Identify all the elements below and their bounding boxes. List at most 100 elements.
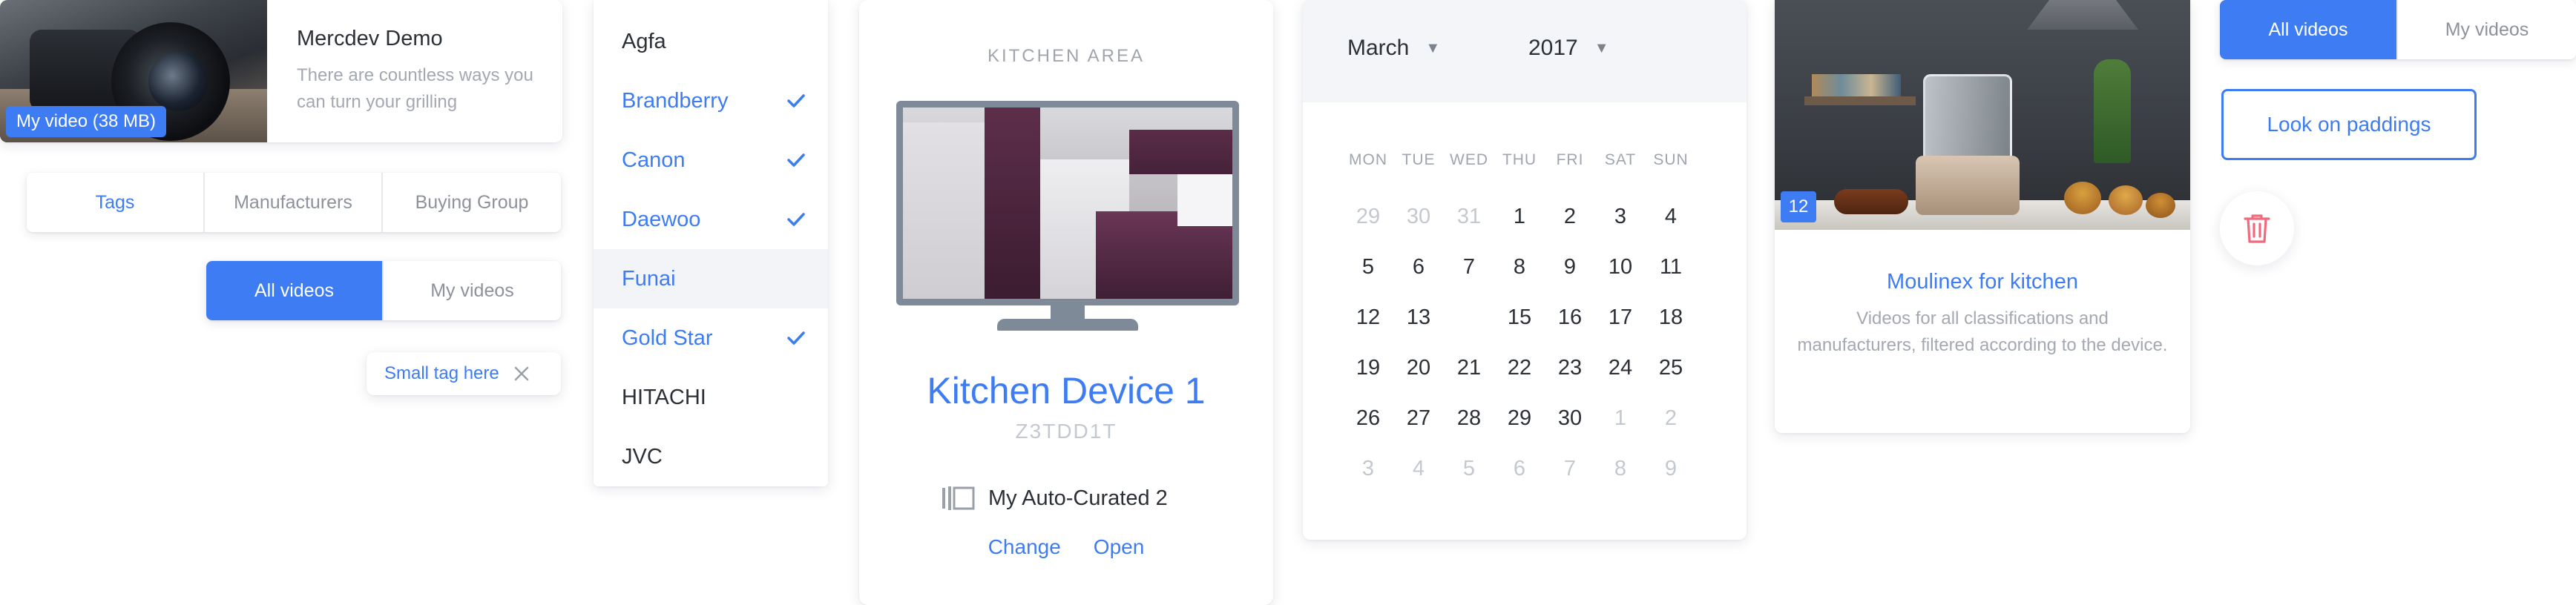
calendar-day[interactable]: 15 bbox=[1494, 292, 1545, 343]
check-icon bbox=[786, 71, 806, 130]
trash-icon bbox=[2244, 214, 2270, 243]
calendar-day[interactable]: 26 bbox=[1343, 393, 1393, 443]
video-description: There are countless ways you can turn yo… bbox=[297, 65, 533, 112]
calendar-day[interactable]: 3 bbox=[1595, 191, 1646, 242]
dropdown-item[interactable]: Daewoo bbox=[594, 190, 828, 249]
video-thumbnail[interactable]: My video (38 MB) bbox=[0, 0, 267, 142]
all-videos-button[interactable]: All videos bbox=[206, 261, 384, 320]
year-select[interactable]: 2017 ▼ bbox=[1528, 36, 1609, 61]
calendar-day[interactable]: 13 bbox=[1393, 292, 1444, 343]
product-card[interactable]: 12 Moulinex for kitchen Videos for all c… bbox=[1775, 0, 2190, 433]
tab-manufacturers[interactable]: Manufacturers bbox=[205, 173, 383, 232]
calendar-day[interactable]: 25 bbox=[1646, 343, 1696, 393]
calendar-day-label: 25 bbox=[1658, 356, 1683, 380]
calendar-day-label: 30 bbox=[1406, 205, 1431, 228]
calendar-day-label: 27 bbox=[1406, 406, 1431, 430]
calendar-day-label: 8 bbox=[1614, 457, 1627, 480]
dropdown-item-label: Gold Star bbox=[622, 325, 713, 350]
calendar-day[interactable]: 4 bbox=[1646, 191, 1696, 242]
delete-button[interactable] bbox=[2220, 191, 2294, 265]
dropdown-item[interactable]: Canon bbox=[594, 130, 828, 190]
calendar-day[interactable]: 7 bbox=[1545, 443, 1595, 494]
calendar-day[interactable]: 1 bbox=[1494, 191, 1545, 242]
calendar-day[interactable]: 4 bbox=[1393, 443, 1444, 494]
calendar-day[interactable]: 27 bbox=[1393, 393, 1444, 443]
calendar-day-label: 20 bbox=[1406, 356, 1431, 380]
calendar-day[interactable]: 19 bbox=[1343, 343, 1393, 393]
dropdown-item[interactable]: Gold Star bbox=[594, 308, 828, 368]
dropdown-item[interactable]: Brandberry bbox=[594, 71, 828, 130]
screen-cabinet bbox=[903, 122, 985, 299]
my-videos-button[interactable]: My videos bbox=[384, 261, 561, 320]
product-count-badge: 12 bbox=[1781, 191, 1816, 222]
weekday-label: WED bbox=[1450, 151, 1488, 168]
calendar-day-label: 3 bbox=[1614, 205, 1627, 228]
change-link[interactable]: Change bbox=[988, 535, 1061, 559]
calendar-day[interactable]: 8 bbox=[1595, 443, 1646, 494]
calendar-day[interactable]: 11 bbox=[1646, 242, 1696, 292]
calendar-day[interactable]: 31 bbox=[1444, 191, 1494, 242]
dropdown-item-label: Funai bbox=[622, 266, 676, 291]
calendar-day-label: 10 bbox=[1608, 255, 1633, 279]
dropdown-item[interactable]: HITACHI bbox=[594, 368, 828, 427]
calendar-day[interactable]: 2 bbox=[1646, 393, 1696, 443]
calendar-day-label: 7 bbox=[1462, 255, 1476, 279]
calendar-day[interactable]: 20 bbox=[1393, 343, 1444, 393]
calendar-day[interactable]: 3 bbox=[1343, 443, 1393, 494]
calendar-day[interactable]: 30 bbox=[1393, 191, 1444, 242]
calendar-day-label: 1 bbox=[1614, 406, 1627, 430]
month-select[interactable]: March ▼ bbox=[1347, 36, 1440, 61]
calendar-day[interactable]: 8 bbox=[1494, 242, 1545, 292]
calendar-day[interactable]: 24 bbox=[1595, 343, 1646, 393]
calendar-day[interactable]: 2 bbox=[1545, 191, 1595, 242]
weekday-label: FRI bbox=[1556, 151, 1584, 168]
video-card[interactable]: My video (38 MB) Mercdev Demo There are … bbox=[0, 0, 562, 142]
calendar-day[interactable]: 17 bbox=[1595, 292, 1646, 343]
device-title[interactable]: Kitchen Device 1 bbox=[859, 369, 1273, 412]
close-icon[interactable] bbox=[513, 365, 530, 383]
dropdown-item[interactable]: Funai bbox=[594, 249, 828, 308]
check-icon bbox=[786, 308, 806, 368]
calendar-day[interactable]: 30 bbox=[1545, 393, 1595, 443]
calendar-day[interactable]: 16 bbox=[1545, 292, 1595, 343]
calendar-day[interactable]: 9 bbox=[1545, 242, 1595, 292]
product-image[interactable]: 12 bbox=[1775, 0, 2190, 230]
look-on-paddings-button[interactable]: Look on paddings bbox=[2221, 89, 2477, 160]
check-icon bbox=[786, 190, 806, 249]
my-videos-button[interactable]: My videos bbox=[2398, 0, 2576, 59]
calendar-day[interactable]: 28 bbox=[1444, 393, 1494, 443]
video-title[interactable]: Mercdev Demo bbox=[297, 27, 443, 51]
calendar-day[interactable]: 6 bbox=[1393, 242, 1444, 292]
tab-buying-group[interactable]: Buying Group bbox=[383, 173, 561, 232]
calendar-day[interactable]: 1 bbox=[1595, 393, 1646, 443]
open-link[interactable]: Open bbox=[1094, 535, 1145, 559]
calendar-day[interactable]: 7 bbox=[1444, 242, 1494, 292]
calendar-day[interactable]: 9 bbox=[1646, 443, 1696, 494]
product-title[interactable]: Moulinex for kitchen bbox=[1775, 270, 2190, 294]
calendar-day[interactable]: 23 bbox=[1545, 343, 1595, 393]
calendar-day-label: 4 bbox=[1412, 457, 1425, 480]
calendar-day[interactable]: 18 bbox=[1646, 292, 1696, 343]
calendar-day[interactable]: 10 bbox=[1595, 242, 1646, 292]
calendar-day[interactable]: 22 bbox=[1494, 343, 1545, 393]
thumbnail-camera-glass bbox=[148, 52, 208, 111]
weekday-label: THU bbox=[1502, 151, 1537, 168]
tv-stand-neck bbox=[1051, 305, 1085, 320]
dropdown-item[interactable]: Agfa bbox=[594, 12, 828, 71]
calendar-day-label: 31 bbox=[1456, 205, 1482, 228]
all-videos-button[interactable]: All videos bbox=[2220, 0, 2398, 59]
calendar-day-selected[interactable]: 14 bbox=[1444, 292, 1494, 343]
tags-tabs: Tags Manufacturers Buying Group bbox=[27, 173, 561, 232]
caret-down-icon: ▼ bbox=[1594, 39, 1609, 56]
small-tag-label: Small tag here bbox=[384, 363, 499, 383]
calendar-day[interactable]: 5 bbox=[1343, 242, 1393, 292]
calendar-day[interactable]: 6 bbox=[1494, 443, 1545, 494]
calendar-day[interactable]: 5 bbox=[1444, 443, 1494, 494]
calendar-day-label: 19 bbox=[1356, 356, 1381, 380]
calendar-day[interactable]: 29 bbox=[1343, 191, 1393, 242]
dropdown-item[interactable]: JVC bbox=[594, 427, 828, 486]
tab-tags[interactable]: Tags bbox=[27, 173, 205, 232]
calendar-day[interactable]: 12 bbox=[1343, 292, 1393, 343]
calendar-day[interactable]: 29 bbox=[1494, 393, 1545, 443]
calendar-day[interactable]: 21 bbox=[1444, 343, 1494, 393]
